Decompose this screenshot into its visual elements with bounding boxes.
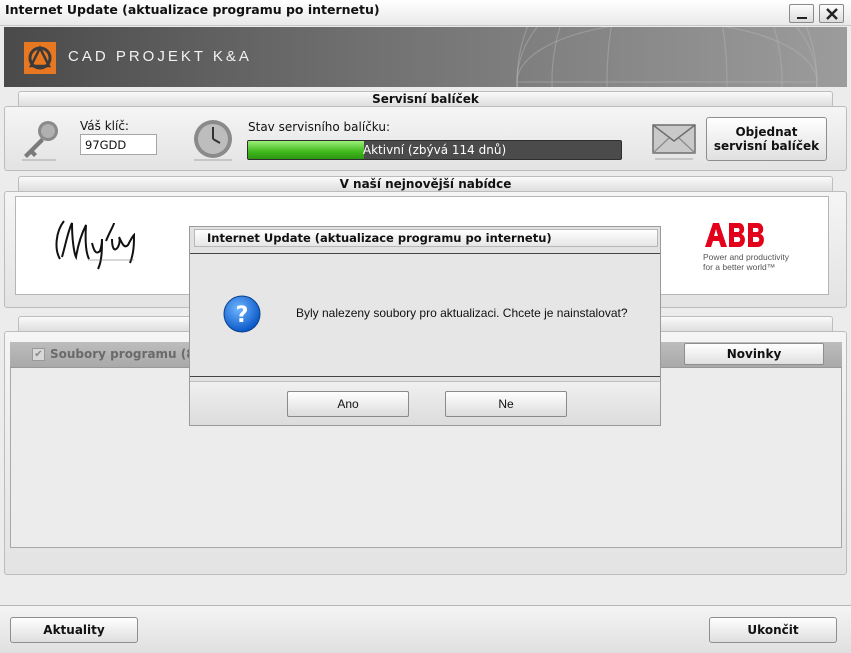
yes-button[interactable]: Ano xyxy=(287,391,409,417)
abb-tagline-line-1: Power and productivity xyxy=(703,252,789,262)
company-name: CAD PROJEKT K&A xyxy=(68,48,252,65)
envelope-icon xyxy=(652,124,696,160)
dialog-footer xyxy=(190,381,660,425)
key-label: Váš klíč: xyxy=(80,119,129,133)
close-button[interactable] xyxy=(819,4,844,23)
close-icon xyxy=(825,7,838,20)
order-service-package-button[interactable]: Objednat servisní balíček xyxy=(706,117,827,161)
files-label: Soubory programu (8 xyxy=(50,347,195,361)
offer-section-header: V naší nejnovější nabídce xyxy=(18,176,833,191)
progress-text: Aktivní (zbývá 114 dnů) xyxy=(362,143,507,157)
service-section-header: Servisní balíček xyxy=(18,91,833,106)
svg-text:?: ? xyxy=(236,303,249,328)
abb-tagline-line-2: for a better world™ xyxy=(703,262,776,272)
abb-tagline: Power and productivity for a better worl… xyxy=(703,252,789,272)
title-bar: Internet Update (aktualizace programu po… xyxy=(0,0,851,26)
news-updates-button[interactable]: Aktuality xyxy=(10,617,138,643)
globe-decoration-icon xyxy=(516,27,818,87)
window-title: Internet Update (aktualizace programu po… xyxy=(5,2,380,17)
update-dialog: Internet Update (aktualizace programu po… xyxy=(189,226,661,426)
company-logo-icon xyxy=(24,42,56,74)
banner: CAD PROJEKT K&A xyxy=(4,27,847,87)
minimize-icon xyxy=(796,16,807,19)
question-icon: ? xyxy=(223,295,261,333)
minimize-button[interactable] xyxy=(789,4,814,23)
myway-logo-icon xyxy=(55,220,136,270)
key-icon xyxy=(22,121,58,161)
exit-button[interactable]: Ukončit xyxy=(709,617,837,643)
no-button[interactable]: Ne xyxy=(445,391,567,417)
clock-icon xyxy=(194,120,232,161)
files-checkbox[interactable]: ✔ xyxy=(32,348,45,361)
dialog-title: Internet Update (aktualizace programu po… xyxy=(194,229,658,247)
abb-logo-icon xyxy=(705,223,764,247)
dialog-message: Byly nalezeny soubory pro aktualizaci. C… xyxy=(296,306,628,320)
news-button[interactable]: Novinky xyxy=(684,343,824,365)
key-field[interactable]: 97GDD xyxy=(80,134,157,155)
service-status-progress: Aktivní (zbývá 114 dnů) xyxy=(247,140,622,160)
service-status-label: Stav servisního balíčku: xyxy=(248,120,391,134)
